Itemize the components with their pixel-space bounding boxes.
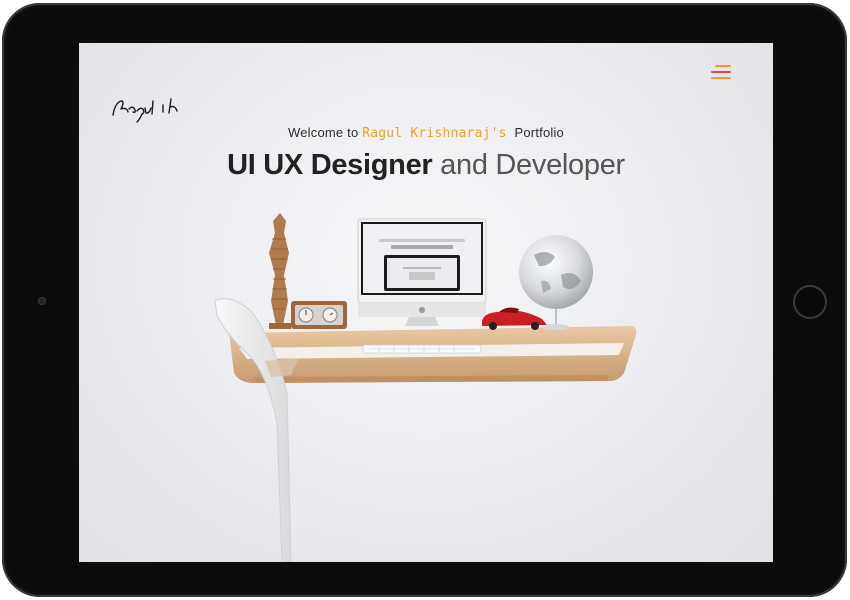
signature-logo[interactable] bbox=[109, 81, 189, 129]
portfolio-screen: Welcome to Ragul Krishnaraj's Portfolio … bbox=[79, 43, 773, 562]
welcome-suffix: Portfolio bbox=[514, 125, 564, 140]
headline-strong: UI UX Designer bbox=[227, 149, 433, 181]
home-button[interactable] bbox=[793, 285, 827, 319]
page-title: UI UX Designer and Developer bbox=[79, 149, 773, 182]
welcome-line: Welcome to Ragul Krishnaraj's Portfolio bbox=[79, 125, 773, 141]
headline-light: and Developer bbox=[440, 149, 625, 181]
tablet-frame: Welcome to Ragul Krishnaraj's Portfolio … bbox=[2, 3, 847, 597]
toy-car bbox=[482, 307, 547, 330]
desk-clock bbox=[291, 301, 347, 329]
welcome-prefix: Welcome to bbox=[287, 125, 359, 140]
hamburger-menu-icon[interactable] bbox=[709, 63, 731, 81]
wooden-sculpture bbox=[269, 213, 291, 329]
desktop-monitor bbox=[357, 218, 487, 326]
owner-name: Ragul Krishnaraj's bbox=[362, 126, 507, 141]
camera-icon bbox=[38, 297, 46, 305]
